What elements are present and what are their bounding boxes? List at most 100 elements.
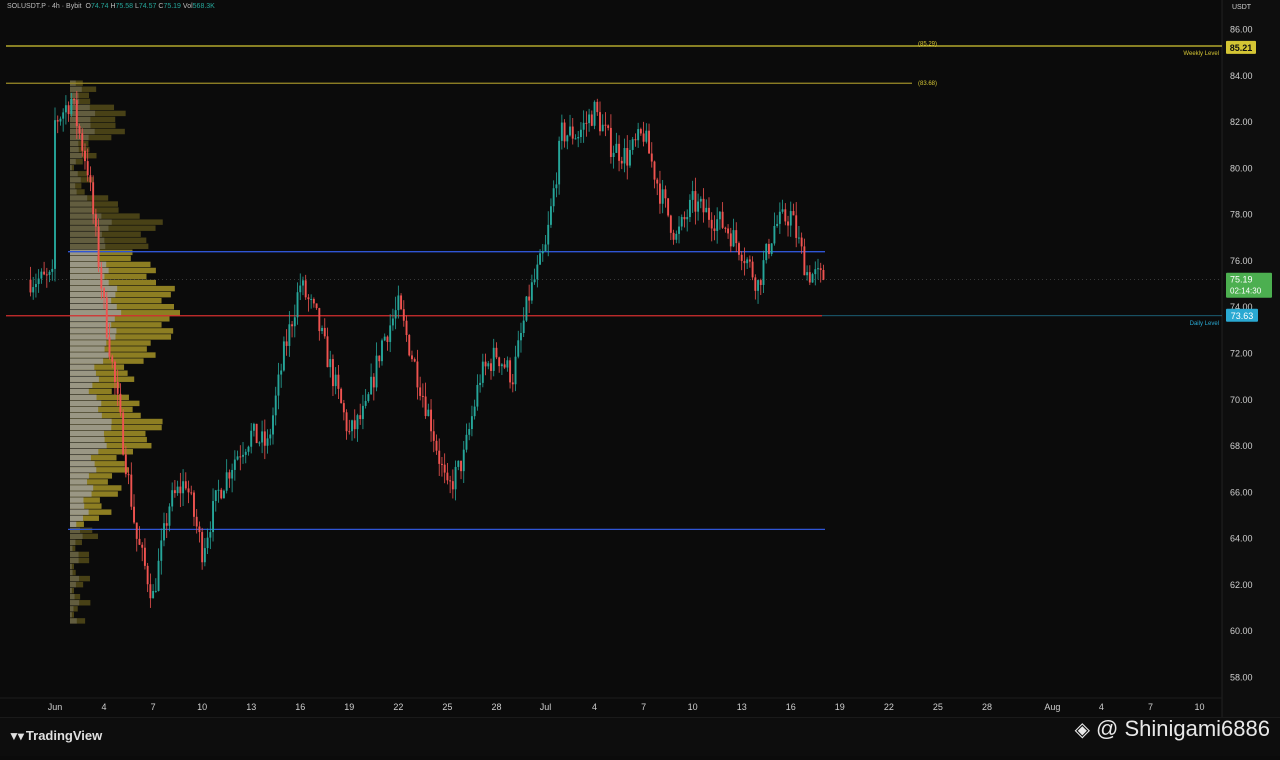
candle-body[interactable]	[351, 420, 353, 432]
candle-body[interactable]	[190, 492, 193, 494]
candle-body[interactable]	[400, 295, 403, 310]
candle-body[interactable]	[626, 148, 629, 166]
candle-body[interactable]	[345, 412, 348, 432]
candle-body[interactable]	[481, 361, 484, 383]
candle-body[interactable]	[656, 179, 659, 184]
candle-body[interactable]	[236, 456, 239, 460]
candle-body[interactable]	[808, 272, 811, 283]
price-chart[interactable]: USDT86.0084.0082.0080.0078.0076.0074.007…	[0, 0, 1280, 755]
candle-body[interactable]	[122, 412, 125, 455]
candle-body[interactable]	[563, 122, 566, 142]
candle-body[interactable]	[168, 506, 171, 526]
candle-body[interactable]	[746, 259, 749, 264]
candle-body[interactable]	[672, 232, 675, 240]
candle-body[interactable]	[361, 405, 364, 420]
candle-body[interactable]	[416, 361, 419, 388]
candle-body[interactable]	[658, 183, 661, 204]
tradingview-brand[interactable]: ▼▾ TradingView	[8, 728, 102, 743]
candle-body[interactable]	[304, 280, 307, 298]
candle-body[interactable]	[683, 217, 686, 220]
candle-body[interactable]	[48, 271, 51, 276]
legend-symbol[interactable]: SOLUSDT.P	[7, 3, 46, 10]
candle-body[interactable]	[323, 327, 326, 337]
candle-body[interactable]	[582, 122, 585, 130]
candle-body[interactable]	[405, 320, 408, 336]
candle-body[interactable]	[326, 336, 329, 368]
price-axis-panel[interactable]	[1222, 0, 1280, 717]
candle-body[interactable]	[157, 560, 160, 591]
candle-body[interactable]	[552, 188, 555, 207]
candle-body[interactable]	[364, 400, 367, 406]
candle-body[interactable]	[348, 431, 351, 433]
candle-body[interactable]	[302, 280, 304, 286]
candle-body[interactable]	[242, 454, 244, 457]
candle-body[interactable]	[724, 227, 727, 229]
candle-body[interactable]	[231, 469, 234, 479]
candle-body[interactable]	[479, 382, 482, 385]
candle-body[interactable]	[43, 271, 46, 275]
candle-body[interactable]	[691, 191, 694, 200]
candle-body[interactable]	[743, 260, 746, 264]
candle-body[interactable]	[266, 438, 269, 446]
candle-body[interactable]	[29, 279, 32, 293]
chart-area[interactable]: USDT 86.00 84.00 82.00 80.00 78.00 76.00 74.00 7…	[0, 0, 1280, 755]
candle-body[interactable]	[533, 279, 536, 283]
candle-body[interactable]	[282, 341, 285, 371]
candle-body[interactable]	[160, 540, 163, 561]
candle-body[interactable]	[391, 318, 394, 326]
candle-body[interactable]	[299, 285, 302, 293]
candle-body[interactable]	[620, 160, 623, 164]
candle-body[interactable]	[525, 296, 528, 321]
candle-body[interactable]	[618, 143, 621, 161]
candle-body[interactable]	[740, 254, 743, 261]
candle-body[interactable]	[558, 140, 561, 185]
candle-body[interactable]	[75, 100, 78, 127]
candle-body[interactable]	[762, 260, 765, 285]
candle-body[interactable]	[776, 223, 779, 226]
candle-body[interactable]	[321, 327, 324, 332]
candle-body[interactable]	[73, 98, 76, 101]
candle-body[interactable]	[509, 360, 512, 383]
candle-body[interactable]	[735, 230, 738, 244]
candle-body[interactable]	[32, 287, 35, 293]
candle-body[interactable]	[212, 501, 215, 533]
candle-body[interactable]	[176, 486, 179, 494]
candle-body[interactable]	[705, 207, 708, 213]
candle-body[interactable]	[803, 246, 806, 276]
candle-body[interactable]	[143, 547, 146, 566]
candle-body[interactable]	[566, 135, 569, 142]
candle-body[interactable]	[250, 430, 253, 447]
candle-body[interactable]	[664, 189, 667, 199]
candle-body[interactable]	[54, 120, 56, 269]
candle-body[interactable]	[402, 309, 405, 321]
candle-body[interactable]	[182, 481, 185, 494]
candle-body[interactable]	[440, 463, 443, 465]
candle-body[interactable]	[530, 282, 533, 301]
candle-body[interactable]	[637, 129, 640, 141]
candle-body[interactable]	[549, 206, 552, 225]
candle-body[interactable]	[702, 198, 705, 213]
candle-body[interactable]	[650, 153, 653, 162]
candle-body[interactable]	[806, 272, 809, 276]
candle-body[interactable]	[103, 288, 106, 298]
candle-body[interactable]	[135, 522, 138, 539]
candle-body[interactable]	[64, 105, 67, 113]
candle-body[interactable]	[138, 538, 141, 545]
candle-body[interactable]	[500, 364, 503, 367]
candle-body[interactable]	[590, 114, 593, 126]
candle-body[interactable]	[759, 280, 762, 285]
candle-body[interactable]	[588, 114, 591, 124]
candle-body[interactable]	[141, 544, 144, 548]
candle-body[interactable]	[296, 292, 299, 318]
candle-body[interactable]	[623, 148, 626, 164]
candle-body[interactable]	[697, 201, 700, 212]
candle-body[interactable]	[312, 299, 315, 304]
candle-body[interactable]	[130, 474, 133, 507]
candle-body[interactable]	[778, 211, 781, 224]
candle-body[interactable]	[451, 481, 454, 490]
candle-body[interactable]	[738, 243, 740, 255]
candle-body[interactable]	[394, 310, 397, 319]
candle-body[interactable]	[100, 267, 103, 289]
candle-body[interactable]	[127, 474, 130, 476]
candle-body[interactable]	[560, 122, 563, 141]
